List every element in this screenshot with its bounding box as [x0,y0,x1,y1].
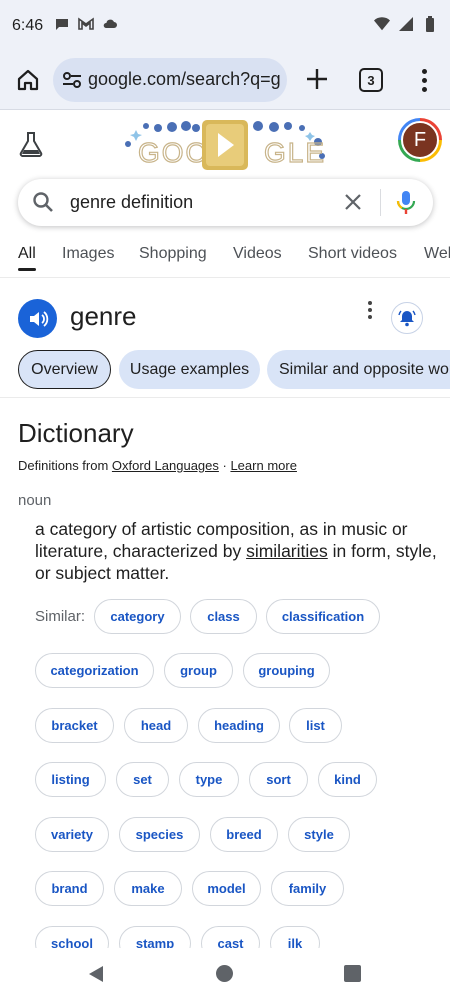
synonym-chip[interactable]: type [179,762,239,797]
clear-search-icon[interactable] [342,191,364,213]
synonym-chip[interactable]: species [119,817,200,852]
synonym-chip[interactable]: set [116,762,169,797]
tab-videos[interactable]: Videos [233,245,282,263]
labs-flask-icon[interactable] [18,131,44,157]
synonym-chip[interactable]: sort [249,762,308,797]
new-tab-icon[interactable] [304,66,330,92]
gmail-icon [78,16,94,32]
similar-label: Similar: [35,608,86,625]
dictionary-source: Definitions from Oxford Languages · Lear… [18,458,297,473]
synonym-chip[interactable]: listing [35,762,106,797]
url-text[interactable]: google.com/search?q=g [88,69,280,90]
search-tabs: All Images Shopping Videos Short videos … [0,242,450,278]
learn-more-link[interactable]: Learn more [230,458,296,473]
tab-short-videos[interactable]: Short videos [308,245,397,263]
signal-icon [398,16,414,32]
similarities-link[interactable]: similarities [246,541,328,561]
dictionary-heading: Dictionary [18,418,134,448]
browser-menu-icon[interactable] [414,66,434,94]
voice-search-icon[interactable] [395,189,417,216]
tab-web[interactable]: Web [424,245,450,263]
back-icon[interactable] [86,964,106,984]
chip-overview[interactable]: Overview [18,350,111,389]
synonym-chip[interactable]: list [289,708,342,743]
search-input[interactable]: genre definition [70,192,193,213]
synonym-chip[interactable]: model [192,871,261,906]
speaker-icon [29,310,48,327]
svg-text:GLE: GLE [264,137,326,168]
synonym-chip[interactable]: group [164,653,233,688]
address-bar[interactable]: google.com/search?q=g [53,58,287,102]
google-doodle[interactable]: GOO GLE [118,116,332,174]
status-time: 6:46 [12,17,44,34]
cloud-icon [102,16,118,32]
synonym-chip[interactable]: category [94,599,181,634]
synonym-chip[interactable]: style [288,817,350,852]
source-prefix: Definitions from [18,458,112,473]
recents-icon[interactable] [344,965,361,982]
home-nav-icon[interactable] [216,965,233,982]
synonym-chip[interactable]: family [271,871,344,906]
dictionary-word: genre [70,301,137,331]
notification-bell-button[interactable] [391,302,423,334]
synonym-chip[interactable]: brand [35,871,104,906]
definition-text: a category of artistic composition, as i… [35,518,440,584]
search-icon [32,191,54,213]
synonym-chip[interactable]: breed [210,817,278,852]
chip-usage-examples[interactable]: Usage examples [119,350,260,389]
home-icon[interactable] [14,66,42,94]
oxford-languages-link[interactable]: Oxford Languages [112,458,219,473]
svg-text:GOO: GOO [138,137,209,168]
chip-similar-opposite[interactable]: Similar and opposite words [267,350,450,389]
system-icons [374,16,438,32]
synonym-chip[interactable]: heading [198,708,280,743]
browser-toolbar: google.com/search?q=g 3 [0,52,450,110]
synonym-chip[interactable]: categorization [35,653,154,688]
avatar-initial: F [401,121,439,159]
synonym-chip[interactable]: head [124,708,188,743]
search-divider [380,189,381,216]
source-separator: · [218,458,231,473]
more-options-icon[interactable] [365,301,375,319]
tab-switcher-button[interactable]: 3 [359,68,383,92]
synonym-chip[interactable]: make [114,871,182,906]
tab-all[interactable]: All [18,245,36,271]
wifi-icon [374,16,390,32]
chat-notification-icon [54,16,70,32]
search-box[interactable]: genre definition [18,179,433,226]
site-settings-icon[interactable] [62,71,82,89]
synonym-chip[interactable]: variety [35,817,109,852]
tab-shopping[interactable]: Shopping [139,245,207,263]
synonym-chip[interactable]: classification [266,599,380,634]
synonym-chip[interactable]: class [190,599,257,634]
account-avatar[interactable]: F [398,118,442,162]
synonym-chip[interactable]: grouping [243,653,330,688]
part-of-speech: noun [18,492,52,509]
pronunciation-speaker-button[interactable] [18,299,57,338]
synonym-chip[interactable]: kind [318,762,377,797]
status-bar: 6:46 [0,0,450,52]
tab-images[interactable]: Images [62,245,114,263]
battery-icon [422,16,438,32]
notification-icons [54,16,118,32]
system-navigation-bar [0,948,450,1000]
bell-icon [398,310,416,327]
section-divider [0,397,450,398]
synonym-chip[interactable]: bracket [35,708,114,743]
section-chips: Overview Usage examples Similar and oppo… [0,350,450,390]
